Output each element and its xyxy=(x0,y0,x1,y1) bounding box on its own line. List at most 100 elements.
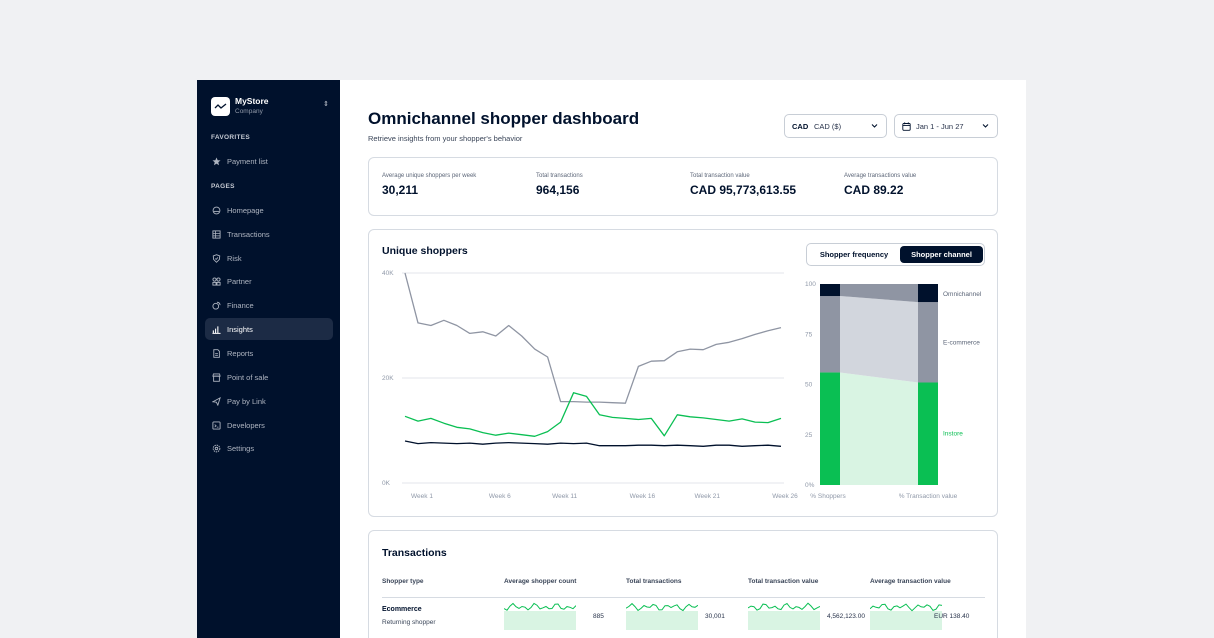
page-title: Omnichannel shopper dashboard xyxy=(368,109,640,128)
shopper-type: Ecommerce xyxy=(382,606,422,613)
legend-label: Omnichannel xyxy=(943,291,982,298)
y-tick-label: 0K xyxy=(382,480,391,487)
channel-flow-instore xyxy=(840,372,918,485)
kpi-label: Average transactions value xyxy=(844,173,917,179)
sidebar-item-homepage[interactable]: Homepage xyxy=(205,199,333,221)
x-tick-label: Week 6 xyxy=(489,493,511,500)
stacked-bar-segment xyxy=(820,372,840,485)
column-header: Total transaction value xyxy=(748,578,819,585)
kpi-label: Total transactions xyxy=(536,173,583,179)
chevron-down-icon xyxy=(871,124,878,128)
legend-label: Instore xyxy=(943,431,963,438)
sparkline xyxy=(748,602,820,630)
store-icon xyxy=(212,373,221,382)
cell-value: 4,562,123.00 xyxy=(827,613,865,620)
sidebar-item-risk[interactable]: Risk xyxy=(205,247,333,269)
date-range-select[interactable]: Jan 1 - Jun 27 xyxy=(894,114,998,138)
y-tick-label: 40K xyxy=(382,270,394,277)
cell-value: 30,001 xyxy=(705,613,725,620)
x-tick-label: % Transaction value xyxy=(899,493,958,500)
kpi-value: CAD 89.22 xyxy=(844,183,904,197)
favorites-label: FAVORITES xyxy=(211,134,251,141)
kpi-total-transaction-value: Total transaction value CAD 95,773,613.5… xyxy=(690,173,796,197)
sidebar-item-label: Point of sale xyxy=(227,373,269,382)
column-header: Shopper type xyxy=(382,578,424,585)
sidebar-item-finance[interactable]: Finance xyxy=(205,294,333,316)
report-icon xyxy=(213,349,220,358)
kpi-value: 964,156 xyxy=(536,183,580,197)
table-icon xyxy=(212,230,221,239)
gear-icon xyxy=(212,444,221,453)
currency-select[interactable]: CAD CAD ($) xyxy=(784,114,887,138)
page-subtitle: Retrieve insights from your shopper's be… xyxy=(368,134,523,143)
date-range-value: Jan 1 - Jun 27 xyxy=(916,122,964,131)
sidebar-item-reports[interactable]: Reports xyxy=(205,342,333,364)
x-tick-label: % Shoppers xyxy=(810,493,846,500)
store-subtitle: Company xyxy=(235,108,263,115)
legend-label: E-commerce xyxy=(943,339,980,346)
sidebar-item-payment-list[interactable]: Payment list xyxy=(205,150,333,172)
sidebar-item-partner[interactable]: Partner xyxy=(205,270,333,292)
channel-flow-e-commerce xyxy=(840,296,918,383)
kpi-value: CAD 95,773,613.55 xyxy=(690,183,797,197)
y-tick-label: 0% xyxy=(805,482,815,489)
kpi-summary-card: Average unique shoppers per week 30,211 … xyxy=(368,157,998,216)
series-line-1 xyxy=(404,392,782,437)
send-icon xyxy=(212,397,221,406)
x-tick-label: Week 26 xyxy=(772,493,798,500)
kpi-total-transactions: Total transactions 964,156 xyxy=(536,173,583,197)
coins-icon xyxy=(212,301,221,310)
y-tick-label: 100 xyxy=(805,281,816,288)
unique-shoppers-charts: 0K 20K 40K Week 1 Week 6 Week 11 Week 16 Week 2… xyxy=(382,270,982,500)
column-header: Total transactions xyxy=(626,578,682,585)
y-tick-label: 20K xyxy=(382,375,394,382)
sidebar-item-label: Reports xyxy=(227,349,254,358)
store-switcher[interactable]: MyStore Company ⇕ xyxy=(211,96,329,118)
x-tick-label: Week 16 xyxy=(630,493,656,500)
currency-code: CAD xyxy=(792,122,809,131)
stacked-bar-segment xyxy=(918,284,938,303)
sidebar-item-settings[interactable]: Settings xyxy=(205,437,333,459)
series-line-0 xyxy=(404,272,782,404)
shopper-subtype: Returning shopper xyxy=(382,619,436,626)
sidebar-item-label: Payment list xyxy=(227,157,268,166)
kpi-label: Average unique shoppers per week xyxy=(382,173,477,179)
partner-icon xyxy=(212,277,221,286)
sparkline xyxy=(870,603,942,630)
store-logo xyxy=(211,97,230,116)
transactions-title: Transactions xyxy=(382,547,447,559)
toggle-shopper-channel[interactable]: Shopper channel xyxy=(900,246,983,263)
sparkline xyxy=(626,602,698,630)
x-tick-label: Week 1 xyxy=(411,493,433,500)
sidebar: MyStore Company ⇕ FAVORITES Payment list… xyxy=(197,80,340,638)
code-icon xyxy=(212,421,221,430)
y-tick-label: 50 xyxy=(805,382,813,389)
sidebar-item-transactions[interactable]: Transactions xyxy=(205,223,333,245)
x-tick-label: Week 11 xyxy=(552,493,577,500)
sidebar-item-pay-by-link[interactable]: Pay by Link xyxy=(205,390,333,412)
column-header: Average transaction value xyxy=(870,578,951,585)
cell-value: 885 xyxy=(593,613,604,620)
calendar-icon xyxy=(902,122,911,131)
series-line-2 xyxy=(404,440,782,447)
star-icon xyxy=(212,157,221,166)
unique-shoppers-card: 0K 20K 40K Week 1 Week 6 Week 11 Week 16 Week 2… xyxy=(368,229,998,517)
shield-icon xyxy=(212,254,221,263)
chevron-updown-icon: ⇕ xyxy=(323,101,329,108)
cell-value: EUR 138.40 xyxy=(934,613,970,620)
sidebar-item-label: Transactions xyxy=(227,230,270,239)
currency-value: CAD ($) xyxy=(814,122,842,131)
toggle-shopper-frequency[interactable]: Shopper frequency xyxy=(810,246,898,263)
sidebar-item-label: Homepage xyxy=(227,206,264,215)
main-content: Omnichannel shopper dashboard Retrieve i… xyxy=(340,80,1026,638)
table-divider xyxy=(382,597,985,598)
sidebar-item-label: Developers xyxy=(227,421,265,430)
stacked-bar-segment xyxy=(820,296,840,373)
sidebar-item-label: Insights xyxy=(227,325,253,334)
sidebar-item-developers[interactable]: Developers xyxy=(205,414,333,436)
sidebar-item-insights[interactable]: Insights xyxy=(205,318,333,340)
x-tick-label: Week 21 xyxy=(694,493,720,500)
pages-label: PAGES xyxy=(211,183,235,190)
sidebar-item-point-of-sale[interactable]: Point of sale xyxy=(205,366,333,388)
home-icon xyxy=(212,206,221,215)
